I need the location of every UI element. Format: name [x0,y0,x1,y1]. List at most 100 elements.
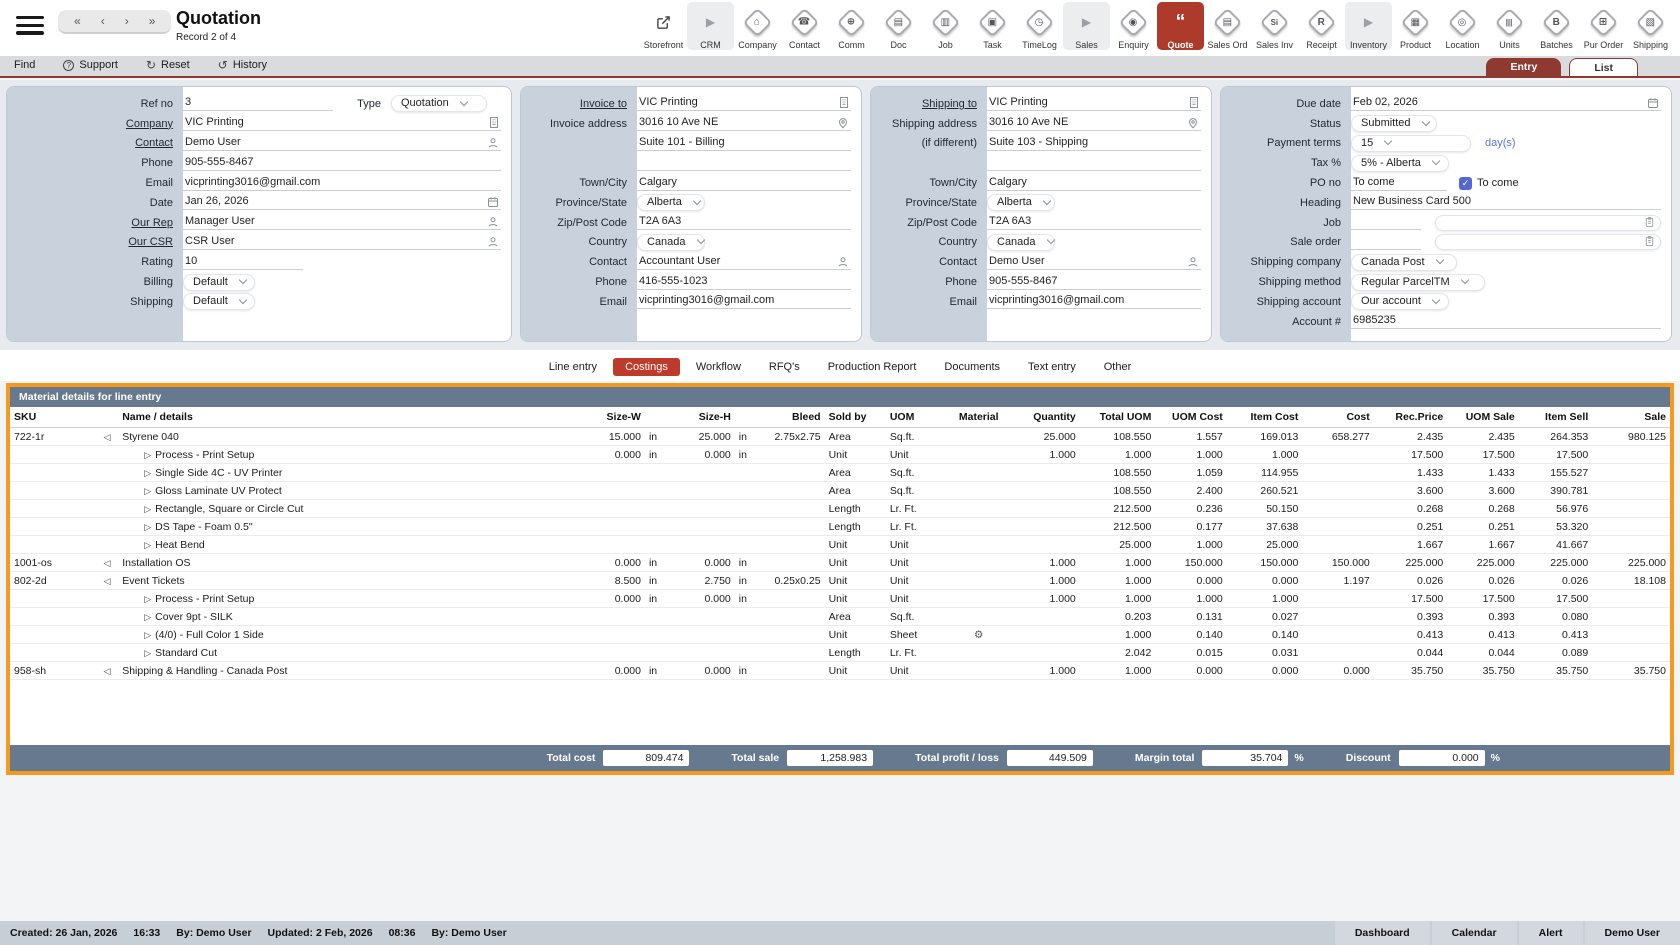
order-shipping-company-select[interactable]: Canada Post [1351,253,1457,271]
general-type-select[interactable]: Quotation [391,95,487,113]
nav-first-button[interactable]: « [66,14,89,28]
total-cost-value[interactable]: 809.474 [603,750,690,766]
toolbar-item-enquiry[interactable]: ◉ Enquiry [1110,2,1157,50]
order-account-input[interactable]: 6985235 [1351,314,1661,330]
footer-calendar[interactable]: Calendar [1431,921,1517,945]
order-tax-select[interactable]: 5% - Alberta [1351,154,1449,172]
shipping-contact-input[interactable]: Demo User [987,255,1201,270]
costings-row[interactable]: ▷ Gloss Laminate UV Protect Area Sq.ft. 108.… [10,481,1670,500]
hamburger-menu-icon[interactable] [16,16,44,36]
find-button[interactable]: Find [0,56,49,74]
costings-row[interactable]: ▷ Process - Print Setup 0.000 in 0.000 in Unit… [10,589,1670,608]
costings-row[interactable]: 958-sh ◁ Shipping & Handling - Canada Post… [10,661,1670,680]
toolbar-item-product[interactable]: ▦ Product [1392,2,1439,50]
invoice-phone-input[interactable]: 416-555-1023 [637,275,851,290]
shipping-if-different-input[interactable]: Suite 103 - Shipping [987,136,1201,151]
nav-next-button[interactable]: › [117,14,137,28]
discount-value[interactable]: 0.000 [1398,750,1485,766]
tab-workflow[interactable]: Workflow [684,358,753,376]
general-label-our-rep[interactable]: Our Rep [7,217,183,229]
costings-row[interactable]: ▷ Heat Bend Unit Unit 25.000 1.000 25.000 1.667… [10,535,1670,554]
tab-documents[interactable]: Documents [932,358,1012,376]
costings-row[interactable]: ▷ Single Side 4C - UV Printer Area Sq.ft. 10… [10,463,1670,482]
toolbar-item-pur-order[interactable]: ⊞ Pur Order [1580,2,1627,50]
toolbar-item-location[interactable]: ◎ Location [1439,2,1486,50]
toolbar-item-task[interactable]: ▣ Task [969,2,1016,50]
building-icon[interactable] [489,116,499,129]
order-sale-order-input[interactable] [1351,235,1421,250]
toolbar-item-sales-inv[interactable]: Si Sales Inv [1251,2,1298,50]
toolbar-item-timelog[interactable]: ◷ TimeLog [1016,2,1063,50]
general-shipping-select[interactable]: Default [183,293,255,311]
invoice-invoice-to-input[interactable]: VIC Printing [637,96,851,112]
general-label-company[interactable]: Company [7,118,183,130]
costings-row[interactable]: 1001-os ◁ Installation OS 0.000 in 0.000 in Uni… [10,553,1670,572]
person-icon[interactable] [487,216,499,228]
toolbar-item-contact[interactable]: ☎ Contact [781,2,828,50]
toolbar-item-storefront[interactable]: Storefront [640,2,687,50]
building-icon[interactable] [839,96,849,109]
tab-other[interactable]: Other [1092,358,1144,376]
calendar-icon[interactable] [1647,97,1659,109]
toolbar-item-inventory[interactable]: ▶ Inventory [1345,2,1392,50]
nav-prev-button[interactable]: ‹ [93,14,113,28]
costings-row[interactable]: ▷ Cover 9pt - SILK Area Sq.ft. 0.203 0.131 0.0… [10,607,1670,626]
person-icon[interactable] [1187,256,1199,268]
toolbar-item-company[interactable]: ⌂ Company [734,2,781,50]
general-our-rep-input[interactable]: Manager User [183,215,501,231]
shipping-label-shipping-to[interactable]: Shipping to [871,98,987,110]
total-sale-value[interactable]: 1,258.983 [787,750,874,766]
footer-alert[interactable]: Alert [1518,921,1583,945]
pin-icon[interactable] [1187,117,1199,129]
tab-text-entry[interactable]: Text entry [1016,358,1088,376]
order-sale-order-lookup[interactable] [1435,234,1661,251]
general-billing-select[interactable]: Default [183,273,255,291]
building-icon[interactable] [1189,96,1199,109]
order-heading-input[interactable]: New Business Card 500 [1351,195,1661,211]
general-phone-input[interactable]: 905-555-8467 [183,156,501,171]
general-rating-input[interactable]: 10 [183,255,303,270]
costings-row[interactable]: ▷ Rectangle, Square or Circle Cut Length Lr… [10,499,1670,518]
invoice-country-select[interactable]: Canada [637,233,705,251]
shipping-email-input[interactable]: vicprinting3016@gmail.com [987,294,1201,310]
footer-dashboard[interactable]: Dashboard [1334,921,1430,945]
shipping-province-state-select[interactable]: Alberta [987,194,1055,212]
costings-row[interactable]: ▷ DS Tape - Foam 0.5" Length Lr. Ft. 212.500… [10,517,1670,536]
order-status-select[interactable]: Submitted [1351,115,1437,133]
calendar-icon[interactable] [487,196,499,208]
tab-line-entry[interactable]: Line entry [537,358,609,376]
toolbar-item-units[interactable]: ||| Units [1486,2,1533,50]
order-po-no-checkbox[interactable]: ✓ [1459,176,1472,190]
toolbar-item-quote[interactable]: “ Quote [1157,2,1204,50]
nav-last-button[interactable]: » [141,14,164,28]
shipping-shipping-address-input[interactable]: 3016 10 Ave NE [987,116,1201,132]
invoice-zip-post-code-input[interactable]: T2A 6A3 [637,215,851,231]
pin-icon[interactable] [837,117,849,129]
shipping-phone-input[interactable]: 905-555-8467 [987,275,1201,290]
general-label-contact[interactable]: Contact [7,137,183,149]
toolbar-item-sales-ord[interactable]: ▤ Sales Ord [1204,2,1251,50]
general-email-input[interactable]: vicprinting3016@gmail.com [183,176,501,191]
general-contact-input[interactable]: Demo User [183,136,501,151]
shipping-country-select[interactable]: Canada [987,233,1055,251]
margin-total-value[interactable]: 35.704 [1202,750,1289,766]
toolbar-item-job[interactable]: ▥ Job [922,2,969,50]
gear-icon[interactable]: ⚙ [974,629,983,641]
shipping-town-city-input[interactable]: Calgary [987,176,1201,191]
invoice-field-input[interactable]: Suite 101 - Billing [637,136,851,151]
support-button[interactable]: ? Support [49,56,132,74]
toolbar-item-shipping[interactable]: ▧ Shipping [1627,2,1674,50]
toolbar-item-comm[interactable]: ⊕ Comm [828,2,875,50]
order-po-no-input[interactable]: To come [1351,176,1447,191]
invoice-invoice-address-input[interactable]: 3016 10 Ave NE [637,116,851,132]
order-payment-terms-select[interactable]: 15 [1351,134,1471,152]
toolbar-item-batches[interactable]: B Batches [1533,2,1580,50]
shipping-shipping-to-input[interactable]: VIC Printing [987,96,1201,112]
toolbar-item-receipt[interactable]: R Receipt [1298,2,1345,50]
costings-row[interactable]: ▷ Process - Print Setup 0.000 in 0.000 in Unit… [10,445,1670,464]
general-label-our-csr[interactable]: Our CSR [7,236,183,248]
shipping-field-input[interactable] [987,156,1201,171]
clipboard-icon[interactable] [1644,235,1655,247]
costings-row[interactable]: 722-1r ◁ Styrene 040 15.000 in 25.000 in 2.75x2… [10,427,1670,446]
toolbar-item-sales[interactable]: ▶ Sales [1063,2,1110,50]
